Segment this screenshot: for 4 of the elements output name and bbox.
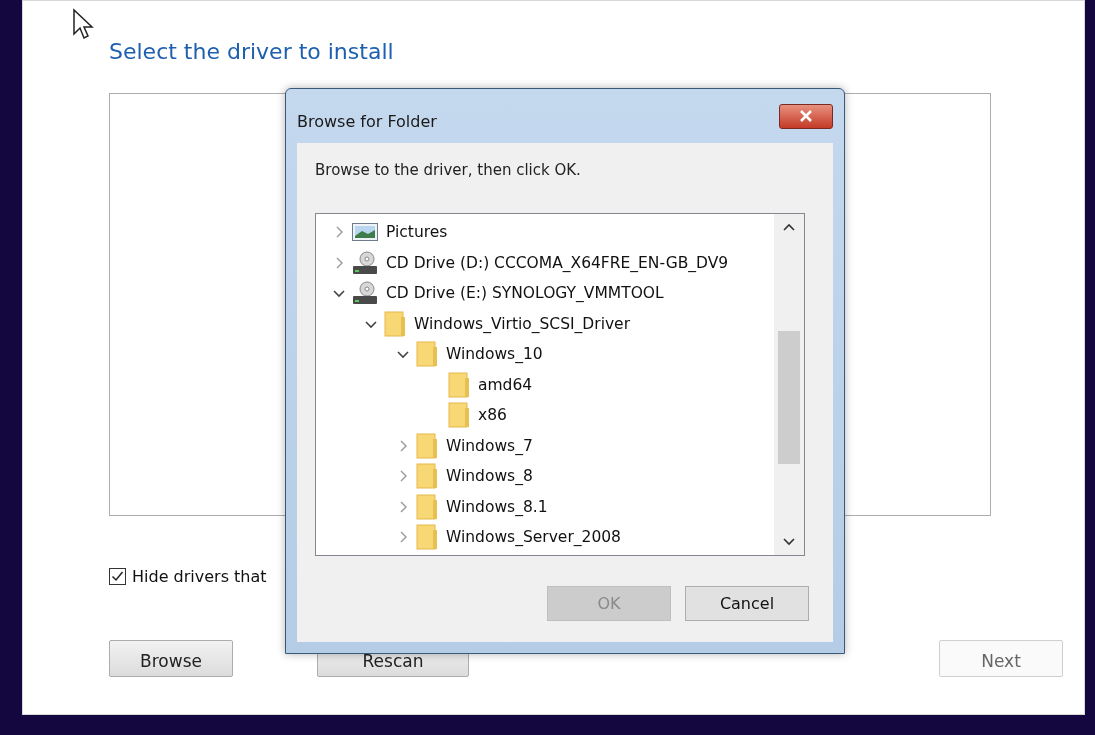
dialog-title: Browse for Folder [297, 111, 437, 131]
dialog-instruction: Browse to the driver, then click OK. [315, 161, 582, 179]
wizard-heading: Select the driver to install [109, 39, 395, 66]
checkbox-label: Hide drivers that [132, 566, 267, 586]
